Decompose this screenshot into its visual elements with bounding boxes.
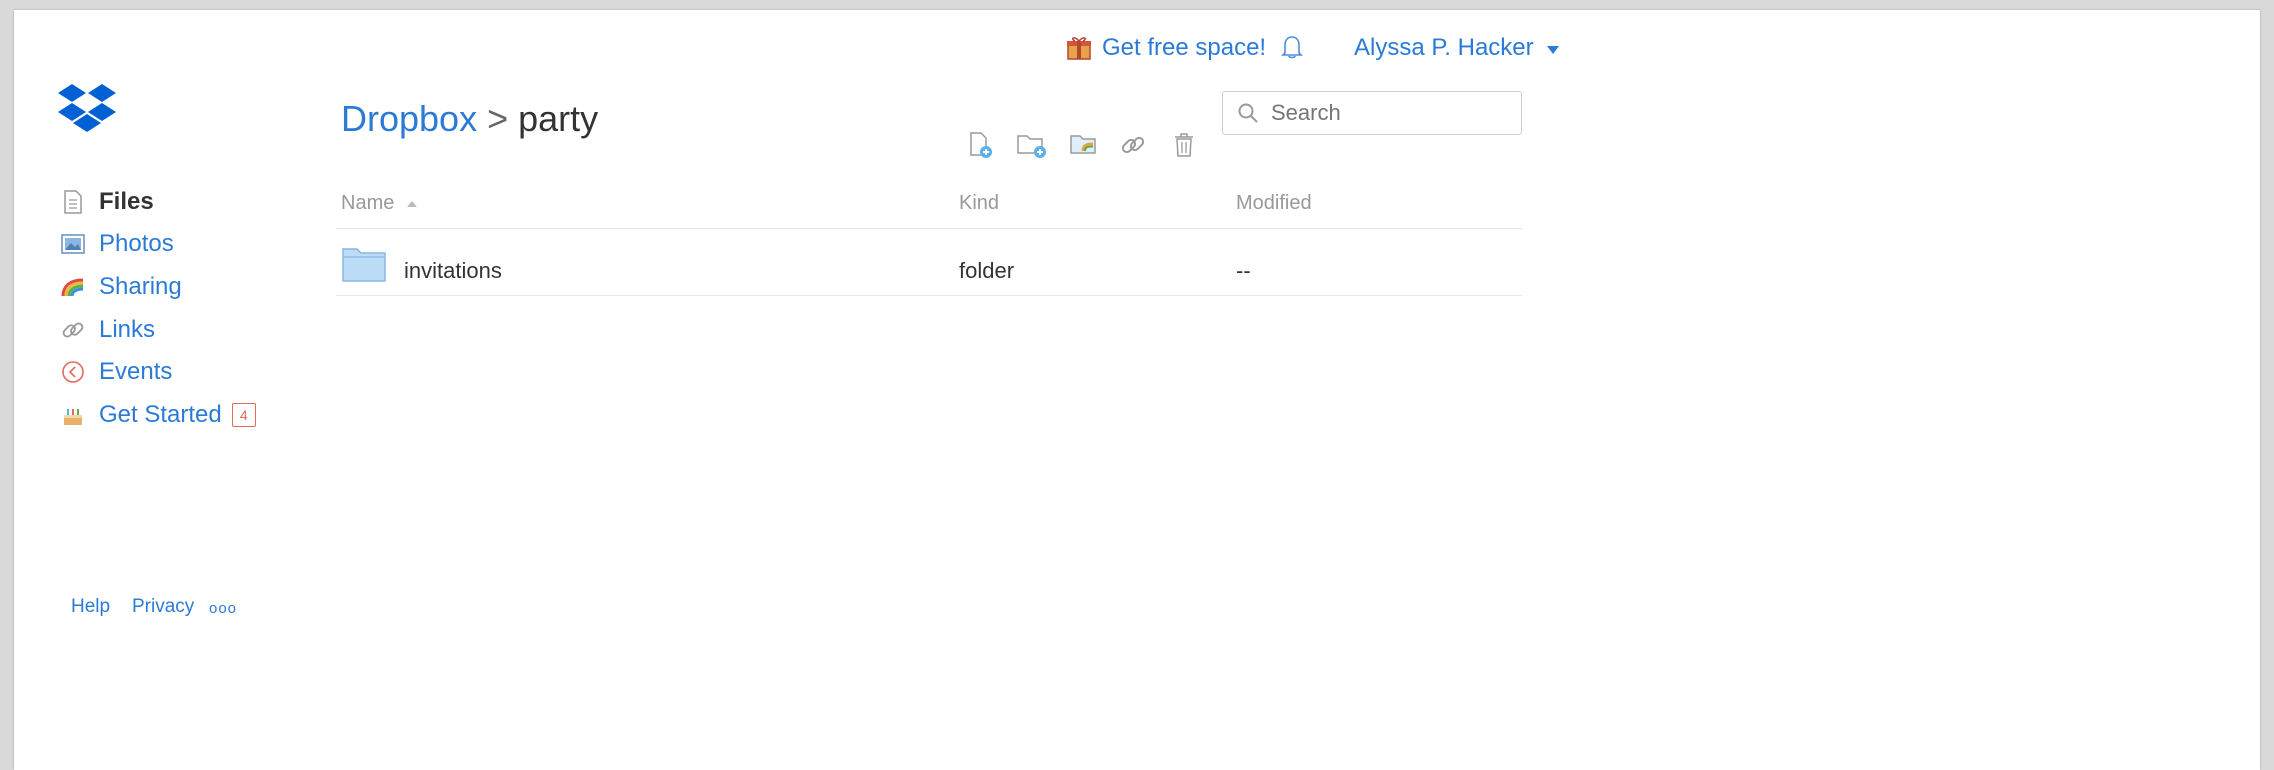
new-folder-icon[interactable] — [1016, 131, 1048, 159]
sidebar-item-label: Get Started — [99, 401, 222, 428]
file-kind: folder — [959, 258, 1015, 283]
table-row-divider — [336, 295, 1522, 296]
trash-icon[interactable] — [1172, 131, 1196, 159]
help-link[interactable]: Help — [71, 596, 110, 618]
sidebar-item-files[interactable]: Files — [59, 186, 154, 218]
sidebar-item-label: Links — [99, 316, 156, 343]
file-modified: -- — [1236, 258, 1251, 283]
get-started-badge: 4 — [231, 403, 256, 427]
sort-ascending-icon — [406, 201, 417, 207]
sidebar-item-label: Events — [99, 358, 173, 385]
bell-icon[interactable] — [1281, 34, 1303, 60]
column-header-kind[interactable]: Kind — [959, 192, 999, 215]
sidebar-item-label: Sharing — [99, 273, 182, 300]
gift-icon — [1067, 37, 1091, 60]
search-box[interactable] — [1222, 91, 1522, 135]
rainbow-icon — [61, 278, 84, 297]
column-header-label: Modified — [1236, 192, 1312, 214]
dropbox-window: Get free space! Alyssa P. Hacker Dropbox… — [14, 10, 2260, 770]
file-icon — [64, 190, 82, 214]
file-name[interactable]: invitations — [404, 258, 502, 284]
column-header-label: Name — [341, 192, 395, 214]
breadcrumb: Dropbox > party — [341, 98, 598, 140]
privacy-link[interactable]: Privacy — [132, 596, 194, 618]
column-header-modified[interactable]: Modified — [1236, 192, 1312, 215]
dropbox-logo[interactable] — [58, 84, 116, 134]
more-options-button[interactable]: ooo — [209, 600, 237, 617]
sidebar-item-links[interactable]: Links — [59, 314, 155, 346]
photo-icon — [61, 234, 85, 254]
breadcrumb-current: party — [518, 98, 599, 139]
sidebar-item-events[interactable]: Events — [59, 356, 172, 388]
shared-folder-icon[interactable] — [1069, 131, 1101, 159]
clock-icon — [62, 361, 84, 383]
breadcrumb-separator: > — [487, 98, 509, 139]
user-name: Alyssa P. Hacker — [1354, 34, 1534, 61]
folder-icon — [342, 248, 386, 282]
new-file-icon[interactable] — [967, 131, 995, 159]
user-menu[interactable]: Alyssa P. Hacker — [1354, 34, 1560, 62]
search-icon — [1238, 103, 1258, 123]
sidebar-item-label: Photos — [99, 230, 174, 257]
column-header-name[interactable]: Name — [341, 192, 418, 215]
sidebar-item-photos[interactable]: Photos — [59, 228, 174, 260]
breadcrumb-root[interactable]: Dropbox — [341, 98, 477, 139]
column-header-label: Kind — [959, 192, 1000, 214]
search-input[interactable] — [1269, 99, 1493, 127]
caret-down-icon — [1547, 46, 1560, 54]
sidebar-item-get-started[interactable]: Get Started 4 — [59, 399, 256, 431]
cake-icon — [64, 409, 82, 425]
get-free-space-link[interactable]: Get free space! — [1102, 34, 1266, 62]
link-icon — [62, 322, 84, 338]
link-icon[interactable] — [1119, 131, 1147, 159]
sidebar-item-sharing[interactable]: Sharing — [59, 271, 182, 303]
sidebar-item-label: Files — [99, 188, 154, 215]
table-header-divider — [336, 228, 1522, 229]
